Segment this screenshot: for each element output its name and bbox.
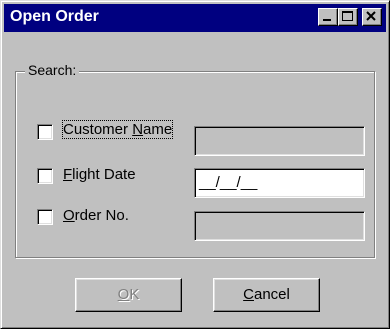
order-no-label[interactable]: Order No. xyxy=(63,207,129,224)
cancel-button[interactable]: Cancel xyxy=(213,278,320,312)
minimize-icon xyxy=(323,19,331,21)
maximize-button[interactable] xyxy=(338,8,358,26)
close-icon xyxy=(366,11,376,21)
flight-date-field[interactable]: __/__/__ xyxy=(194,168,365,198)
maximize-icon xyxy=(342,11,353,21)
order-no-field xyxy=(194,211,365,241)
order-no-checkbox[interactable] xyxy=(37,209,53,225)
open-order-dialog: Open Order Search: Customer Name Flight … xyxy=(0,0,390,329)
customer-name-label[interactable]: Customer Name xyxy=(61,120,174,139)
flight-date-label[interactable]: Flight Date xyxy=(63,166,136,183)
search-group-label: Search: xyxy=(25,62,80,78)
customer-name-field xyxy=(194,126,365,156)
title-bar[interactable]: Open Order xyxy=(4,4,386,32)
minimize-button[interactable] xyxy=(318,8,338,26)
flight-date-checkbox[interactable] xyxy=(37,168,53,184)
close-button[interactable] xyxy=(362,8,382,26)
window-title: Open Order xyxy=(10,8,99,25)
customer-name-checkbox[interactable] xyxy=(37,124,53,140)
ok-button[interactable]: OK xyxy=(75,278,182,312)
